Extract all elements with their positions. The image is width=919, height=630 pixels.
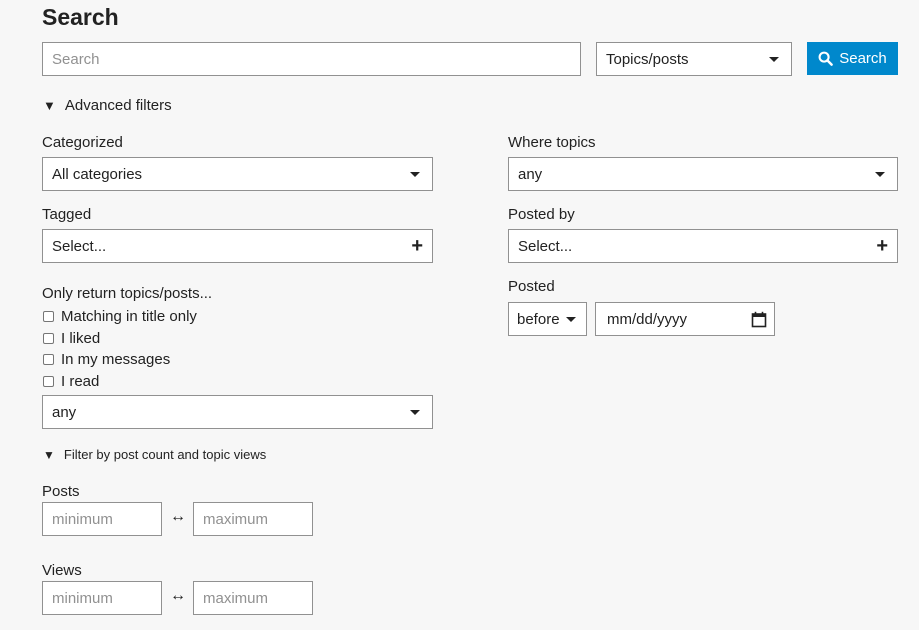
- only-return-label: Only return topics/posts...: [42, 285, 213, 302]
- checkbox-i-read[interactable]: I read: [43, 373, 99, 390]
- chevron-down-icon: [410, 172, 420, 177]
- posted-label: Posted: [508, 278, 555, 295]
- search-type-select[interactable]: Topics/posts: [596, 42, 792, 76]
- tagged-label: Tagged: [42, 206, 92, 223]
- chevron-down-icon: [875, 172, 885, 177]
- checkbox[interactable]: [43, 311, 54, 322]
- category-value: All categories: [52, 165, 143, 183]
- posted-by-value: Select...: [518, 237, 573, 255]
- checkbox[interactable]: [43, 376, 54, 387]
- plus-icon: +: [411, 235, 423, 257]
- where-topics-select[interactable]: any: [508, 157, 898, 191]
- where-topics-value: any: [518, 165, 543, 183]
- chevron-down-icon: [769, 57, 779, 62]
- categorized-label: Categorized: [42, 134, 123, 151]
- triangle-down-icon: ▼: [43, 447, 55, 462]
- plus-icon: +: [876, 235, 888, 257]
- checkbox-label: I liked: [61, 330, 101, 347]
- search-input[interactable]: Search: [42, 42, 581, 76]
- status-select[interactable]: any: [42, 395, 433, 429]
- where-topics-label: Where topics: [508, 134, 596, 151]
- checkbox-title-only[interactable]: Matching in title only: [43, 308, 197, 325]
- views-max-input[interactable]: maximum: [193, 581, 313, 615]
- checkbox-label: In my messages: [61, 351, 171, 368]
- tag-select[interactable]: Select... +: [42, 229, 433, 263]
- advanced-filters-toggle[interactable]: ▼ Advanced filters: [43, 97, 172, 114]
- posted-by-select[interactable]: Select... +: [508, 229, 898, 263]
- count-filter-toggle[interactable]: ▼ Filter by post count and topic views: [43, 447, 266, 462]
- posted-date-input[interactable]: mm/dd/yyyy: [595, 302, 775, 336]
- category-select[interactable]: All categories: [42, 157, 433, 191]
- page-title: Search: [42, 4, 119, 30]
- tag-value: Select...: [52, 237, 107, 255]
- checkbox-in-my-messages[interactable]: In my messages: [43, 351, 170, 368]
- checkbox-label: Matching in title only: [61, 308, 197, 325]
- posts-min-input[interactable]: minimum: [42, 502, 162, 536]
- chevron-down-icon: [566, 317, 576, 322]
- advanced-filters-label: Advanced filters: [64, 97, 172, 114]
- checkbox-label: I read: [61, 373, 100, 390]
- posted-mode-select[interactable]: before: [508, 302, 587, 336]
- date-placeholder: mm/dd/yyyy: [607, 310, 688, 328]
- views-min-input[interactable]: minimum: [42, 581, 162, 615]
- checkbox-i-liked[interactable]: I liked: [43, 330, 100, 347]
- search-button[interactable]: Search: [807, 42, 898, 75]
- posted-by-label: Posted by: [508, 206, 575, 223]
- posted-mode-value: before: [517, 310, 560, 328]
- checkbox[interactable]: [43, 333, 54, 344]
- posts-label: Posts: [42, 483, 80, 500]
- calendar-icon[interactable]: [751, 311, 767, 328]
- search-type-value: Topics/posts: [606, 50, 689, 68]
- range-arrow-icon: ↔: [170, 508, 186, 525]
- checkbox[interactable]: [43, 354, 54, 365]
- count-filter-label: Filter by post count and topic views: [63, 447, 267, 462]
- range-arrow-icon: ↔: [170, 587, 186, 604]
- triangle-down-icon: ▼: [43, 98, 56, 113]
- status-value: any: [52, 403, 77, 421]
- views-label: Views: [42, 562, 82, 579]
- search-icon: [818, 51, 834, 66]
- posts-max-input[interactable]: maximum: [193, 502, 313, 536]
- chevron-down-icon: [410, 410, 420, 415]
- search-button-label: Search: [839, 50, 887, 67]
